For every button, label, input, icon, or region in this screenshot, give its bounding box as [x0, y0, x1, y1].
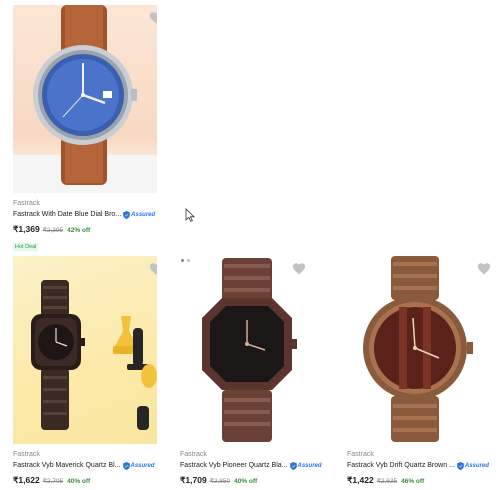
- selling-price: ₹1,369: [13, 224, 40, 234]
- selling-price: ₹1,422: [347, 475, 374, 485]
- watch-image: [31, 280, 157, 430]
- price-row: ₹1,709 ₹2,850 40% off: [180, 475, 338, 486]
- watch-image: [202, 258, 297, 442]
- product-image[interactable]: [180, 256, 324, 444]
- discount-percent: 46% off: [401, 478, 425, 485]
- product-card[interactable]: Fastrack Fastrack Vyb Drift Quartz Brown…: [347, 256, 500, 486]
- assured-badge: Assured: [122, 462, 155, 470]
- watch-image: [13, 5, 157, 193]
- heart-icon[interactable]: [292, 262, 306, 275]
- product-brand: Fastrack: [13, 451, 40, 458]
- discount-percent: 40% off: [67, 478, 91, 485]
- selling-price: ₹1,622: [13, 475, 40, 485]
- product-card[interactable]: Fastrack Fastrack With Date Blue Dial Br…: [13, 5, 171, 253]
- assured-badge: Assured: [123, 211, 155, 219]
- discount-percent: 40% off: [234, 478, 258, 485]
- heart-icon[interactable]: [477, 262, 491, 275]
- original-price: ₹2,635: [376, 478, 398, 485]
- deal-tag: Hot Deal: [13, 243, 39, 251]
- product-image[interactable]: [347, 256, 491, 444]
- price-row: ₹1,422 ₹2,635 46% off: [347, 475, 500, 486]
- product-brand: Fastrack: [13, 200, 40, 207]
- product-card[interactable]: Fastrack Fastrack Vyb Pioneer Quartz Bla…: [180, 256, 338, 486]
- product-title[interactable]: Fastrack With Date Blue Dial Bro...: [13, 210, 121, 220]
- product-title[interactable]: Fastrack Vyb Drift Quartz Brown ...: [347, 461, 455, 471]
- assured-label: Assured: [464, 463, 489, 469]
- watch-image: [363, 256, 473, 442]
- assured-shield-icon: [122, 462, 130, 470]
- original-price: ₹2,850: [209, 478, 231, 485]
- product-title[interactable]: Fastrack Vyb Maverick Quartz Bl...: [13, 461, 121, 471]
- product-image[interactable]: [13, 5, 157, 193]
- mouse-pointer-icon: [185, 208, 195, 222]
- assured-shield-icon: [123, 211, 130, 219]
- product-card[interactable]: Fastrack Fastrack Vyb Maverick Quartz Bl…: [13, 256, 171, 486]
- product-image[interactable]: [13, 256, 157, 444]
- discount-percent: 42% off: [67, 227, 91, 234]
- price-row: ₹1,369 ₹2,395 42% off: [13, 224, 171, 235]
- heart-icon[interactable]: [149, 11, 157, 24]
- product-title[interactable]: Fastrack Vyb Pioneer Quartz Bla...: [180, 461, 288, 471]
- product-brand: Fastrack: [347, 451, 374, 458]
- assured-badge: Assured: [289, 462, 322, 470]
- heart-icon[interactable]: [149, 262, 157, 275]
- original-price: ₹2,705: [42, 478, 64, 485]
- assured-badge: Assured: [457, 462, 489, 470]
- assured-shield-icon: [289, 462, 297, 470]
- original-price: ₹2,395: [42, 227, 64, 234]
- assured-shield-icon: [457, 462, 464, 470]
- assured-label: Assured: [130, 463, 155, 469]
- price-row: ₹1,622 ₹2,705 40% off: [13, 475, 171, 486]
- assured-label: Assured: [131, 212, 156, 218]
- product-grid: Fastrack Fastrack With Date Blue Dial Br…: [0, 0, 500, 490]
- selling-price: ₹1,709: [180, 475, 207, 485]
- product-brand: Fastrack: [180, 451, 207, 458]
- assured-label: Assured: [297, 463, 322, 469]
